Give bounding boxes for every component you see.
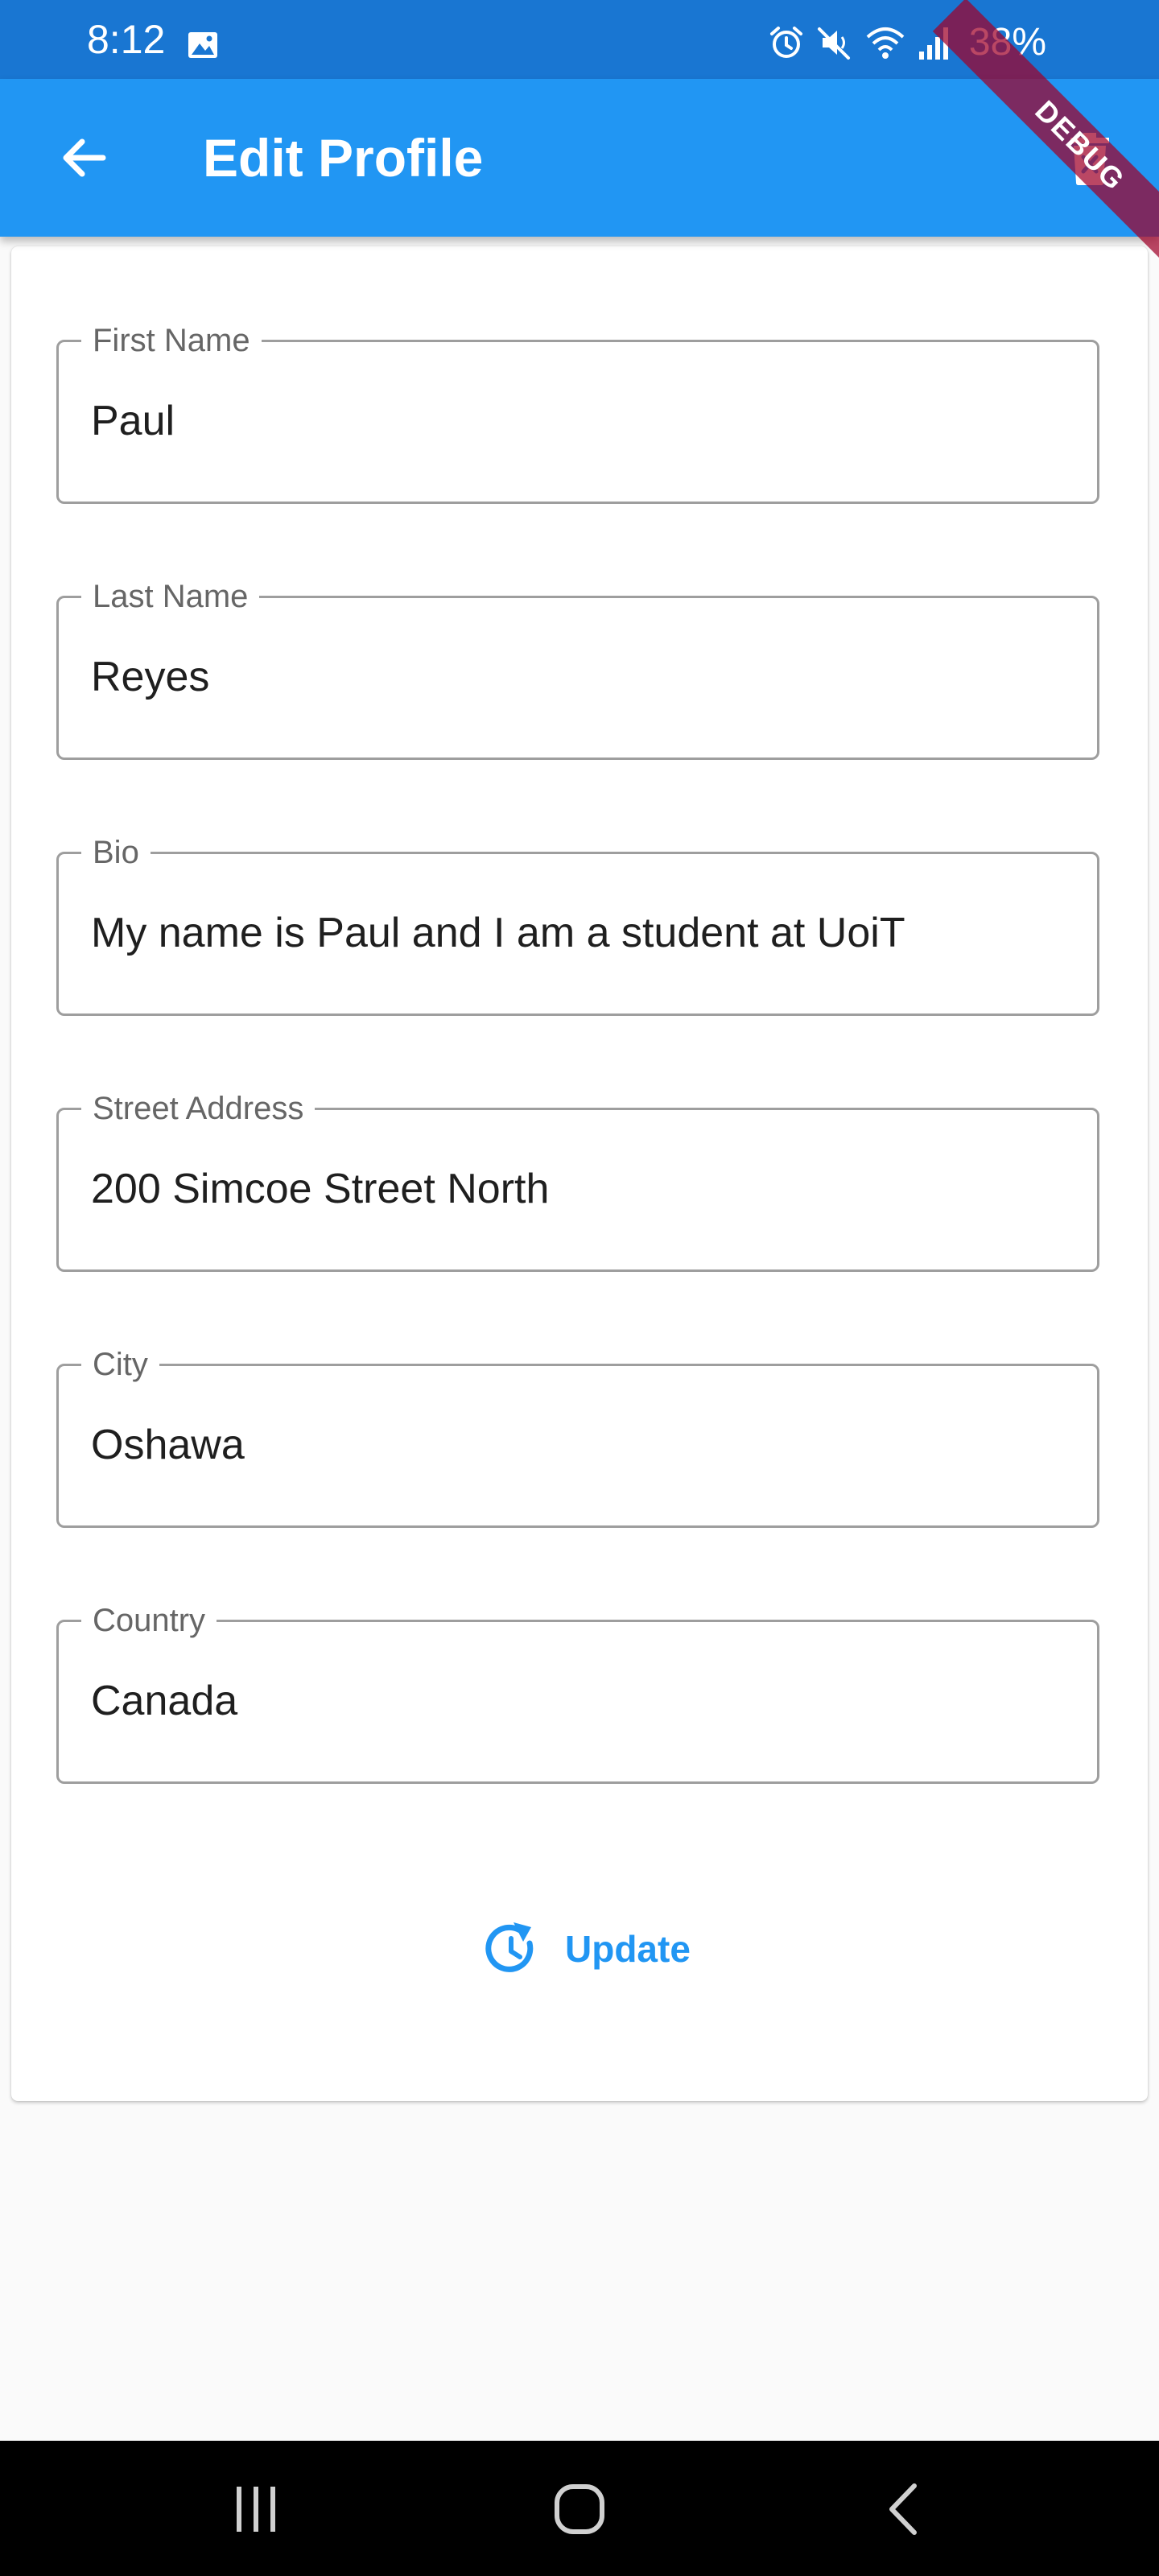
first-name-value[interactable]: Paul [91, 397, 1073, 445]
gallery-icon [188, 32, 217, 58]
app-bar: Edit Profile DEBUG [0, 0, 1159, 294]
alarm-icon [769, 27, 802, 58]
last-name-value[interactable]: Reyes [91, 653, 1073, 701]
country-field[interactable]: Country Canada [56, 1603, 1099, 1784]
profile-form-card: First Name Paul Last Name Reyes Bio My n… [11, 246, 1148, 2101]
country-label: Country [81, 1603, 217, 1638]
last-name-label: Last Name [81, 579, 260, 614]
screen: 8:12 Edit Profile DEBUG First Name Paul … [0, 0, 1159, 2576]
bio-label: Bio [81, 835, 151, 870]
system-nav-bar [0, 2441, 1159, 2576]
city-value[interactable]: Oshawa [91, 1421, 1073, 1469]
bio-field[interactable]: Bio My name is Paul and I am a student a… [56, 835, 1099, 1016]
street-address-value[interactable]: 200 Simcoe Street North [91, 1165, 1073, 1213]
update-button[interactable]: Update [462, 1905, 710, 1993]
mute-icon [817, 27, 850, 60]
status-time: 8:12 [87, 17, 166, 62]
back-button[interactable] [45, 119, 122, 196]
city-field[interactable]: City Oshawa [56, 1347, 1099, 1528]
last-name-field[interactable]: Last Name Reyes [56, 579, 1099, 760]
city-label: City [81, 1347, 159, 1382]
recent-apps-icon [237, 2487, 275, 2532]
recent-apps-button[interactable] [208, 2473, 304, 2545]
bio-value[interactable]: My name is Paul and I am a student at Uo… [91, 909, 1073, 957]
arrow-back-icon [63, 138, 106, 177]
update-icon [485, 1922, 534, 1972]
home-icon [555, 2484, 604, 2534]
system-back-button[interactable] [855, 2473, 951, 2545]
back-icon [889, 2483, 917, 2535]
update-label: Update [565, 1928, 691, 1970]
street-address-field[interactable]: Street Address 200 Simcoe Street North [56, 1091, 1099, 1272]
home-button[interactable] [531, 2473, 628, 2545]
first-name-label: First Name [81, 323, 262, 358]
first-name-field[interactable]: First Name Paul [56, 323, 1099, 504]
page-title: Edit Profile [203, 128, 484, 188]
wifi-icon [866, 27, 905, 59]
street-address-label: Street Address [81, 1091, 316, 1126]
country-value[interactable]: Canada [91, 1677, 1073, 1725]
